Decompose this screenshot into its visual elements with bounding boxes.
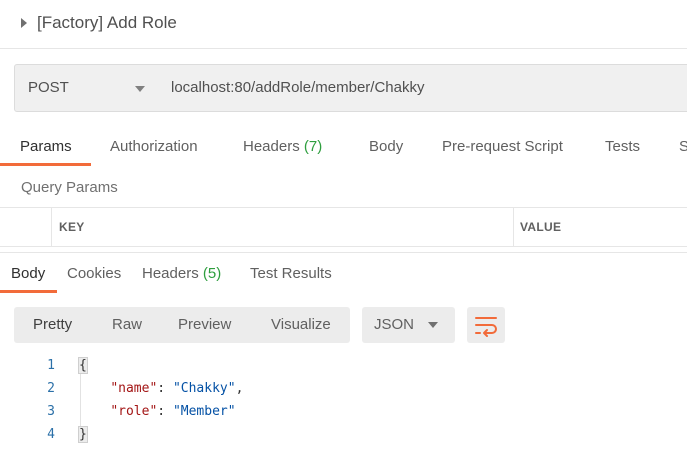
wrap-lines-button[interactable] (467, 307, 505, 343)
wrap-lines-icon (475, 317, 497, 337)
visualize-button[interactable]: Visualize (271, 316, 331, 333)
tab-response-headers[interactable]: Headers (5) (142, 265, 221, 282)
value-column-header: VALUE (520, 220, 562, 234)
tab-authorization[interactable]: Authorization (110, 138, 198, 155)
format-select[interactable]: JSON (362, 307, 455, 343)
chevron-down-icon (135, 86, 145, 92)
line-number: 1 (47, 358, 55, 373)
json-key: "role" (110, 404, 158, 419)
preview-button[interactable]: Preview (178, 316, 231, 333)
code-line: "name": "Chakky", (110, 381, 244, 396)
query-params-label: Query Params (21, 179, 118, 196)
active-response-tab-indicator (0, 290, 57, 293)
open-brace: { (78, 357, 88, 374)
response-headers-count-badge: (5) (202, 265, 222, 282)
table-divider (51, 208, 52, 246)
active-tab-indicator (0, 163, 91, 166)
request-title-bar: [Factory] Add Role (0, 0, 687, 49)
chevron-down-icon (428, 322, 438, 328)
tab-body[interactable]: Body (369, 138, 403, 155)
table-divider[interactable] (513, 208, 514, 246)
tab-tests[interactable]: Tests (605, 138, 640, 155)
pretty-button[interactable]: Pretty (33, 316, 72, 333)
format-label: JSON (374, 316, 415, 333)
tab-response-headers-label: Headers (142, 265, 199, 282)
line-number: 4 (47, 427, 55, 442)
tab-prerequest-script[interactable]: Pre-request Script (442, 138, 563, 155)
json-value: "Member" (172, 404, 236, 419)
line-number: 3 (47, 404, 55, 419)
headers-count-badge: (7) (303, 138, 323, 155)
response-divider[interactable] (0, 252, 687, 253)
code-line: } (78, 426, 88, 443)
view-mode-group: Pretty Raw Preview Visualize (14, 307, 350, 343)
json-separator: , (235, 381, 244, 396)
json-key: "name" (110, 381, 158, 396)
tab-headers[interactable]: Headers (7) (243, 138, 322, 155)
tab-response-body[interactable]: Body (11, 265, 45, 282)
tab-settings[interactable]: S (679, 138, 687, 155)
tab-response-cookies[interactable]: Cookies (67, 265, 121, 282)
chevron-right-icon[interactable] (21, 18, 27, 28)
url-input[interactable]: localhost:80/addRole/member/Chakky (157, 64, 687, 112)
response-tabs: Body Cookies Headers (5) Test Results (0, 254, 687, 294)
tab-params[interactable]: Params (20, 138, 72, 155)
json-value: "Chakky" (172, 381, 236, 396)
request-tabs: Params Authorization Headers (7) Body Pr… (0, 128, 687, 166)
url-value: localhost:80/addRole/member/Chakky (171, 79, 425, 96)
code-line: "role": "Member" (110, 404, 236, 419)
tab-headers-label: Headers (243, 138, 300, 155)
method-label: POST (28, 79, 69, 96)
request-title[interactable]: [Factory] Add Role (37, 13, 177, 33)
code-line: { (78, 357, 88, 374)
params-table: KEY VALUE (0, 207, 687, 247)
line-number: 2 (47, 381, 55, 396)
tab-test-results[interactable]: Test Results (250, 265, 332, 282)
close-brace: } (78, 426, 88, 443)
method-select[interactable]: POST (14, 64, 158, 112)
raw-button[interactable]: Raw (112, 316, 142, 333)
key-column-header: KEY (59, 220, 85, 234)
table-row[interactable] (51, 246, 687, 247)
